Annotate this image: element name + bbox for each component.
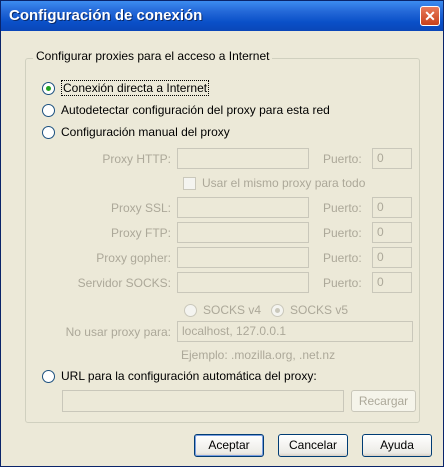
socks-v4-label: SOCKS v4 — [203, 303, 262, 317]
gopher-port-input[interactable]: 0 — [372, 247, 412, 268]
ssl-port-input[interactable]: 0 — [372, 197, 412, 218]
radio-direct[interactable] — [42, 81, 55, 95]
http-port-label: Puerto: — [323, 152, 362, 166]
option-direct-connection[interactable]: Conexión directa a Internet — [42, 80, 210, 96]
radio-socks-v4[interactable] — [184, 303, 197, 317]
ftp-proxy-input[interactable] — [177, 222, 309, 243]
option-direct-label: Conexión directa a Internet — [61, 80, 210, 96]
socks-v4-option[interactable]: SOCKS v4 — [184, 303, 261, 317]
cancel-button[interactable]: Cancelar — [278, 434, 348, 457]
title-bar: Configuración de conexión ✕ — [1, 1, 443, 31]
radio-socks-v5[interactable] — [271, 303, 284, 317]
ssl-proxy-input[interactable] — [177, 197, 309, 218]
same-proxy-label: Usar el mismo proxy para todo — [202, 176, 366, 190]
option-manual-proxy[interactable]: Configuración manual del proxy — [42, 125, 230, 139]
no-proxy-label: No usar proxy para: — [65, 325, 171, 339]
option-manual-label: Configuración manual del proxy — [61, 125, 230, 139]
option-autodetect-proxy[interactable]: Autodetectar configuración del proxy par… — [42, 103, 330, 117]
option-auto-config-label: URL para la configuración automática del… — [61, 369, 317, 383]
dialog-title: Configuración de conexión — [9, 7, 203, 24]
http-proxy-input[interactable] — [177, 148, 309, 169]
socks-host-input[interactable] — [177, 272, 309, 293]
option-autodetect-label: Autodetectar configuración del proxy par… — [61, 103, 330, 117]
close-button[interactable]: ✕ — [420, 6, 440, 26]
http-port-input[interactable]: 0 — [372, 148, 412, 169]
help-button[interactable]: Ayuda — [362, 434, 432, 457]
socks-v5-label: SOCKS v5 — [290, 303, 349, 317]
socks-host-label: Servidor SOCKS: — [77, 276, 171, 290]
ftp-port-input[interactable]: 0 — [372, 222, 412, 243]
radio-manual[interactable] — [42, 125, 55, 139]
group-legend: Configurar proxies para el acceso a Inte… — [33, 49, 273, 63]
socks-port-input[interactable]: 0 — [372, 272, 412, 293]
gopher-proxy-label: Proxy gopher: — [96, 251, 171, 265]
option-auto-config-url[interactable]: URL para la configuración automática del… — [42, 369, 317, 383]
ftp-proxy-label: Proxy FTP: — [110, 226, 171, 240]
ssl-proxy-label: Proxy SSL: — [110, 201, 171, 215]
gopher-port-label: Puerto: — [323, 251, 362, 265]
close-icon: ✕ — [424, 8, 436, 24]
same-proxy-checkbox[interactable] — [183, 177, 196, 190]
accept-button[interactable]: Aceptar — [194, 434, 264, 457]
no-proxy-input[interactable]: localhost, 127.0.0.1 — [177, 321, 413, 342]
radio-autodetect[interactable] — [42, 103, 55, 117]
no-proxy-example: Ejemplo: .mozilla.org, .net.nz — [181, 348, 336, 362]
connection-settings-dialog: Configuración de conexión ✕ Configurar p… — [0, 0, 444, 467]
socks-v5-option[interactable]: SOCKS v5 — [271, 303, 348, 317]
ftp-port-label: Puerto: — [323, 226, 362, 240]
radio-auto-config[interactable] — [42, 369, 55, 383]
gopher-proxy-input[interactable] — [177, 247, 309, 268]
auto-config-url-input[interactable] — [62, 390, 344, 412]
ssl-port-label: Puerto: — [323, 201, 362, 215]
http-proxy-label: Proxy HTTP: — [102, 152, 171, 166]
socks-port-label: Puerto: — [323, 276, 362, 290]
reload-button[interactable]: Recargar — [351, 390, 416, 412]
